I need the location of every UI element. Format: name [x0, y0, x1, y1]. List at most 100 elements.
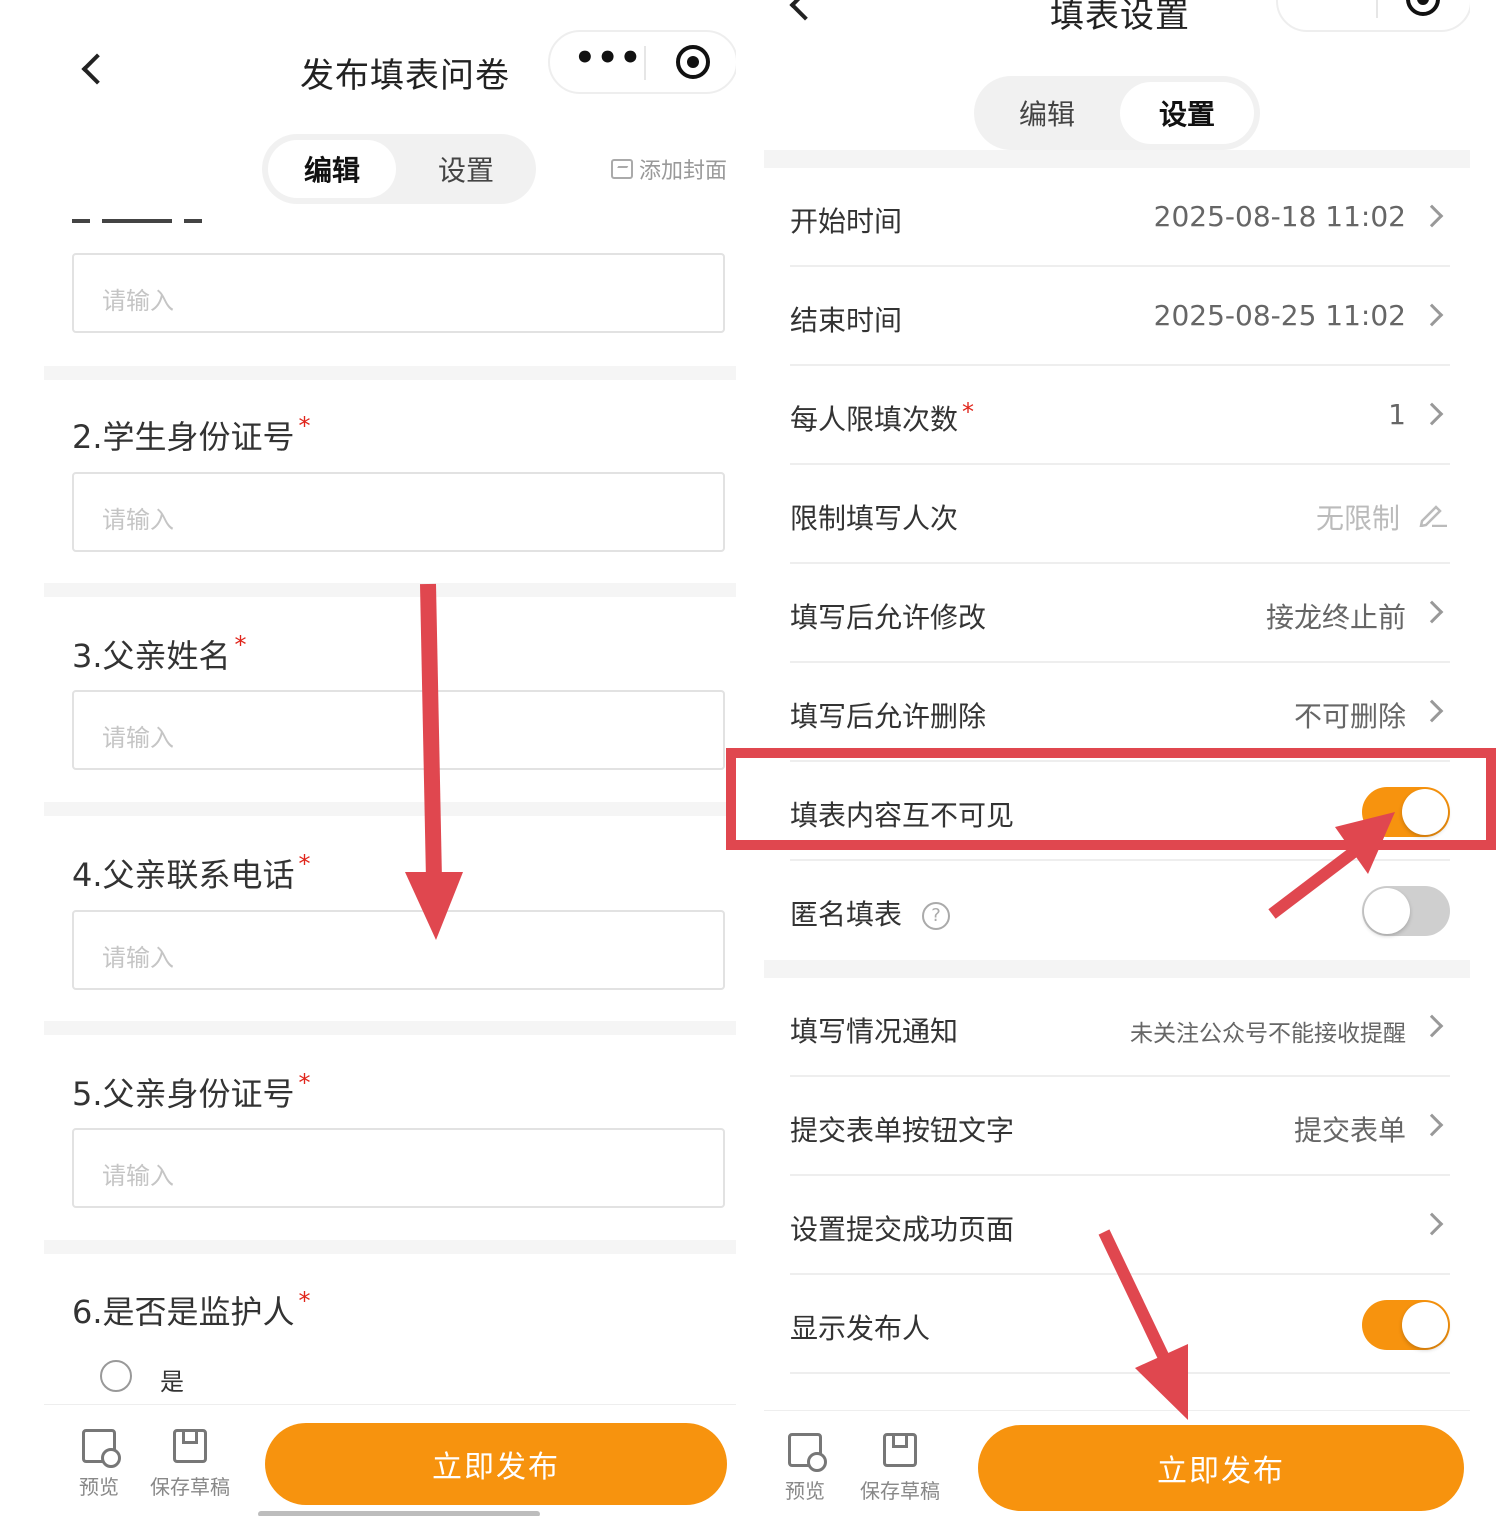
setting-submit-button-text[interactable]: 提交表单按钮文字 提交表单 [764, 1077, 1470, 1176]
setting-value: 未关注公众号不能接收提醒 [1130, 1021, 1406, 1047]
miniprogram-capsule: ••• [1276, 0, 1470, 32]
question-text: 4.父亲联系电话 [72, 856, 295, 894]
setting-label-text: 匿名填表 [790, 898, 903, 931]
home-indicator [258, 1511, 540, 1516]
more-dots-icon[interactable]: ••• [1302, 0, 1370, 12]
question-label-q5: 5.父亲身份证号 * [72, 1069, 311, 1115]
text-input-q3[interactable]: 请输入 [72, 690, 725, 770]
miniprogram-capsule: ••• [548, 30, 736, 94]
left-screen-publish-form: 发布填表问卷 ••• 编辑 设置 添加封面 请输入 2.学生身份证号 * 请输入 … [44, 0, 736, 1516]
text-input-q4[interactable]: 请输入 [72, 910, 725, 990]
chevron-right-icon [1420, 600, 1444, 624]
setting-label: 填写后允许删除 [790, 700, 987, 733]
radio-option-yes[interactable] [100, 1360, 132, 1392]
save-draft-button[interactable]: 保存草稿 [148, 1429, 232, 1500]
save-draft-label: 保存草稿 [860, 1479, 940, 1503]
question-label-q2: 2.学生身份证号 * [72, 412, 311, 458]
setting-label: 填写情况通知 [790, 1015, 959, 1048]
section-gap [44, 583, 736, 597]
preview-icon [82, 1429, 121, 1468]
setting-value: 2025-08-25 11:02 [1153, 299, 1406, 332]
save-draft-button[interactable]: 保存草稿 [858, 1433, 942, 1504]
question-text: 5.父亲身份证号 [72, 1075, 295, 1113]
setting-value: 提交表单 [1293, 1114, 1406, 1147]
chevron-right-icon [1420, 1014, 1444, 1038]
required-mark: * [298, 412, 311, 440]
help-question-icon[interactable]: ? [922, 902, 951, 930]
section-gap [44, 366, 736, 380]
chevron-right-icon [1420, 303, 1444, 327]
question-text: 3.父亲姓名 [72, 637, 231, 675]
toggle-knob [1402, 1302, 1448, 1348]
question-label-q3: 3.父亲姓名 * [72, 631, 247, 677]
setting-anonymous: 匿名填表? [764, 861, 1470, 960]
tab-edit[interactable]: 编辑 [268, 140, 396, 198]
edit-pen-icon[interactable] [1418, 503, 1448, 527]
setting-label: 限制填写人次 [790, 502, 959, 535]
add-cover-label: 添加封面 [639, 159, 728, 184]
question-text: 6.是否是监护人 [72, 1293, 295, 1331]
setting-label-text: 每人限填次数 [790, 403, 959, 436]
preview-icon [788, 1433, 827, 1472]
setting-label: 每人限填次数 * [790, 398, 974, 438]
setting-value: 接龙终止前 [1265, 601, 1406, 634]
chevron-right-icon [1420, 204, 1444, 228]
question-label-q6: 6.是否是监护人 * [72, 1287, 311, 1333]
setting-value: 2025-08-18 11:02 [1153, 200, 1406, 233]
chevron-right-icon [1420, 1113, 1444, 1137]
preview-button[interactable]: 预览 [74, 1429, 124, 1500]
publish-now-button[interactable]: 立即发布 [978, 1425, 1464, 1511]
text-input-q1[interactable]: 请输入 [72, 253, 725, 333]
required-mark: * [298, 1287, 311, 1315]
edit-settings-tabs: 编辑 设置 [974, 76, 1260, 150]
required-mark: * [298, 850, 311, 878]
close-target-icon[interactable] [1406, 0, 1440, 16]
setting-allow-edit[interactable]: 填写后允许修改 接龙终止前 [764, 564, 1470, 663]
edit-settings-tabs: 编辑 设置 [262, 134, 536, 204]
setting-label: 提交表单按钮文字 [790, 1114, 1015, 1147]
preview-label: 预览 [785, 1479, 825, 1503]
setting-value: 不可删除 [1293, 700, 1406, 733]
row-divider [790, 1372, 1450, 1374]
setting-label: 开始时间 [790, 205, 903, 238]
text-input-q2[interactable]: 请输入 [72, 472, 725, 552]
setting-label: 显示发布人 [790, 1312, 931, 1345]
tab-settings[interactable]: 设置 [1120, 82, 1254, 144]
more-dots-icon[interactable]: ••• [574, 38, 642, 78]
setting-start-time[interactable]: 开始时间 2025-08-18 11:02 [764, 168, 1470, 267]
chevron-right-icon [1420, 1212, 1444, 1236]
setting-value: 1 [1388, 398, 1406, 431]
save-draft-icon [173, 1429, 207, 1463]
bottom-action-bar: 预览 保存草稿 立即发布 [44, 1404, 736, 1516]
setting-participant-limit[interactable]: 限制填写人次 无限制 [764, 465, 1470, 564]
setting-success-page[interactable]: 设置提交成功页面 [764, 1176, 1470, 1275]
required-mark: * [962, 398, 975, 426]
tab-edit[interactable]: 编辑 [980, 82, 1114, 144]
publish-now-button[interactable]: 立即发布 [265, 1423, 727, 1505]
setting-end-time[interactable]: 结束时间 2025-08-25 11:02 [764, 267, 1470, 366]
setting-value: 无限制 [1315, 502, 1400, 535]
back-arrow-icon[interactable] [81, 53, 113, 85]
radio-label-yes: 是 [160, 1368, 184, 1396]
back-arrow-icon[interactable] [789, 0, 821, 21]
tab-settings[interactable]: 设置 [402, 140, 530, 198]
required-mark: * [234, 631, 247, 659]
setting-label: 填写后允许修改 [790, 601, 987, 634]
text-input-q5[interactable]: 请输入 [72, 1128, 725, 1208]
section-gap [44, 1021, 736, 1035]
setting-fill-limit-per-person[interactable]: 每人限填次数 * 1 [764, 366, 1470, 465]
close-target-icon[interactable] [676, 45, 710, 79]
annotation-highlight-box [726, 748, 1496, 850]
preview-button[interactable]: 预览 [780, 1433, 830, 1504]
capsule-divider [1376, 0, 1378, 18]
setting-label: 结束时间 [790, 304, 903, 337]
bottom-action-bar: 预览 保存草稿 立即发布 [764, 1410, 1470, 1516]
section-gap [764, 960, 1470, 978]
setting-fill-notification[interactable]: 填写情况通知 未关注公众号不能接收提醒 [764, 978, 1470, 1077]
anonymous-toggle[interactable] [1362, 886, 1450, 936]
save-draft-label: 保存草稿 [150, 1475, 230, 1499]
show-publisher-toggle[interactable] [1362, 1300, 1450, 1350]
clipped-question-label [72, 212, 232, 226]
toggle-knob [1364, 888, 1410, 934]
add-cover-link[interactable]: 添加封面 [611, 153, 727, 185]
